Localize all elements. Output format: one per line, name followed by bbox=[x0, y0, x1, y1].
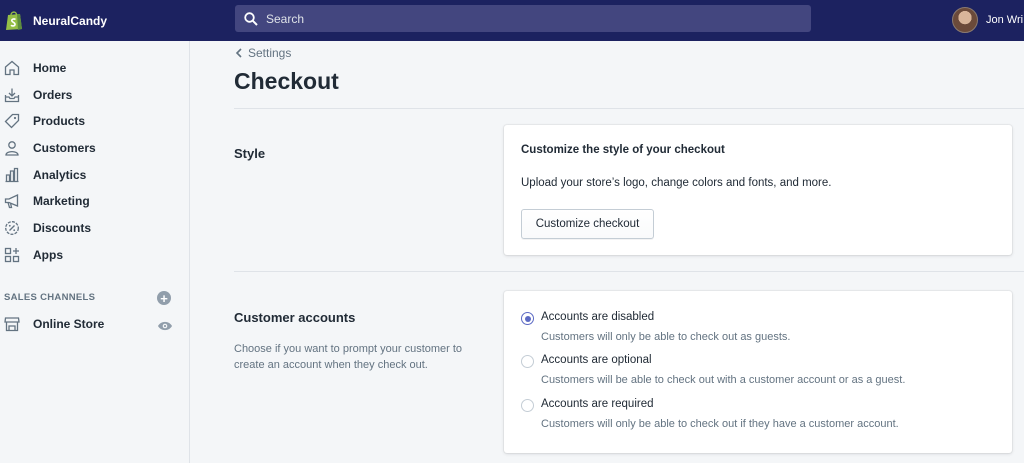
sidebar-item-products[interactable]: Products bbox=[0, 109, 190, 133]
sidebar-item-orders[interactable]: Orders bbox=[0, 83, 190, 107]
radio-label: Accounts are optional bbox=[541, 354, 652, 366]
user-name: Jon Wri bbox=[986, 14, 1024, 26]
radio-label: Accounts are required bbox=[541, 398, 654, 410]
style-card-text: Upload your store’s logo, change colors … bbox=[521, 177, 832, 189]
sidebar-item-label: Marketing bbox=[33, 194, 90, 208]
avatar bbox=[952, 7, 978, 33]
person-icon bbox=[2, 138, 22, 158]
discount-icon bbox=[2, 218, 22, 238]
header-divider bbox=[234, 108, 1024, 109]
customer-accounts-title: Customer accounts bbox=[234, 310, 356, 325]
sidebar-item-discounts[interactable]: Discounts bbox=[0, 216, 190, 240]
radio-button[interactable] bbox=[521, 399, 534, 412]
search-icon bbox=[244, 11, 258, 26]
shopify-bag-icon bbox=[3, 9, 25, 33]
sidebar-item-label: Orders bbox=[33, 88, 73, 102]
sidebar-item-label: Analytics bbox=[33, 168, 87, 182]
page-title: Checkout bbox=[234, 68, 339, 94]
customize-checkout-button[interactable]: Customize checkout bbox=[521, 209, 654, 239]
store-name: NeuralCandy bbox=[33, 13, 108, 28]
sales-channels-header: SALES CHANNELS bbox=[4, 292, 96, 303]
store-switcher[interactable]: NeuralCandy bbox=[0, 0, 190, 41]
search-bar[interactable] bbox=[235, 5, 811, 32]
style-card: Customize the style of your checkout Upl… bbox=[504, 125, 1012, 255]
store-icon bbox=[2, 314, 22, 334]
radio-help-text: Customers will only be able to check out… bbox=[541, 331, 791, 343]
apps-icon bbox=[2, 245, 22, 265]
chevron-left-icon bbox=[234, 48, 244, 58]
eye-icon[interactable] bbox=[157, 319, 173, 331]
search-input[interactable] bbox=[266, 11, 786, 26]
style-card-title: Customize the style of your checkout bbox=[521, 144, 725, 156]
radio-selected-dot bbox=[524, 315, 531, 322]
radio-button[interactable] bbox=[521, 312, 534, 325]
sidebar-item-label: Online Store bbox=[33, 317, 105, 331]
breadcrumb[interactable]: Settings bbox=[234, 46, 291, 60]
sidebar-item-apps[interactable]: Apps bbox=[0, 243, 190, 267]
sidebar-item-customers[interactable]: Customers bbox=[0, 136, 190, 160]
sidebar-item-label: Discounts bbox=[33, 221, 92, 235]
style-section-title: Style bbox=[234, 146, 266, 161]
user-menu[interactable]: Jon Wri bbox=[952, 5, 1023, 35]
megaphone-icon bbox=[2, 191, 22, 211]
radio-option-disabled[interactable]: Accounts are disabled Customers will onl… bbox=[521, 311, 790, 343]
radio-button[interactable] bbox=[521, 355, 534, 368]
tag-icon bbox=[2, 111, 22, 131]
sidebar-item-analytics[interactable]: Analytics bbox=[0, 163, 190, 187]
customer-accounts-card: Accounts are disabled Customers will onl… bbox=[504, 291, 1012, 453]
home-icon bbox=[2, 58, 22, 78]
sidebar-item-label: Products bbox=[33, 114, 86, 128]
radio-label: Accounts are disabled bbox=[541, 311, 655, 323]
orders-icon bbox=[2, 85, 22, 105]
add-channel-icon[interactable]: + bbox=[157, 291, 171, 305]
sidebar-item-label: Home bbox=[33, 61, 67, 75]
sidebar-item-home[interactable]: Home bbox=[0, 56, 190, 80]
radio-option-required[interactable]: Accounts are required Customers will onl… bbox=[521, 398, 899, 430]
radio-help-text: Customers will only be able to check out… bbox=[541, 418, 899, 430]
sidebar-item-label: Apps bbox=[33, 248, 63, 262]
sidebar-item-marketing[interactable]: Marketing bbox=[0, 189, 190, 213]
radio-help-text: Customers will be able to check out with… bbox=[541, 374, 906, 386]
top-bar: NeuralCandy Jon Wri bbox=[0, 0, 1024, 41]
section-divider bbox=[234, 271, 1024, 272]
radio-option-optional[interactable]: Accounts are optional Customers will be … bbox=[521, 354, 905, 386]
breadcrumb-label: Settings bbox=[248, 46, 292, 60]
bar-chart-icon bbox=[2, 165, 22, 185]
customer-accounts-description: Choose if you want to prompt your custom… bbox=[234, 343, 463, 371]
sidebar: Home Orders Products Customers Analytics… bbox=[0, 41, 190, 463]
sidebar-item-label: Customers bbox=[33, 141, 96, 155]
main-content: Settings Checkout Style Customize the st… bbox=[190, 41, 1024, 463]
